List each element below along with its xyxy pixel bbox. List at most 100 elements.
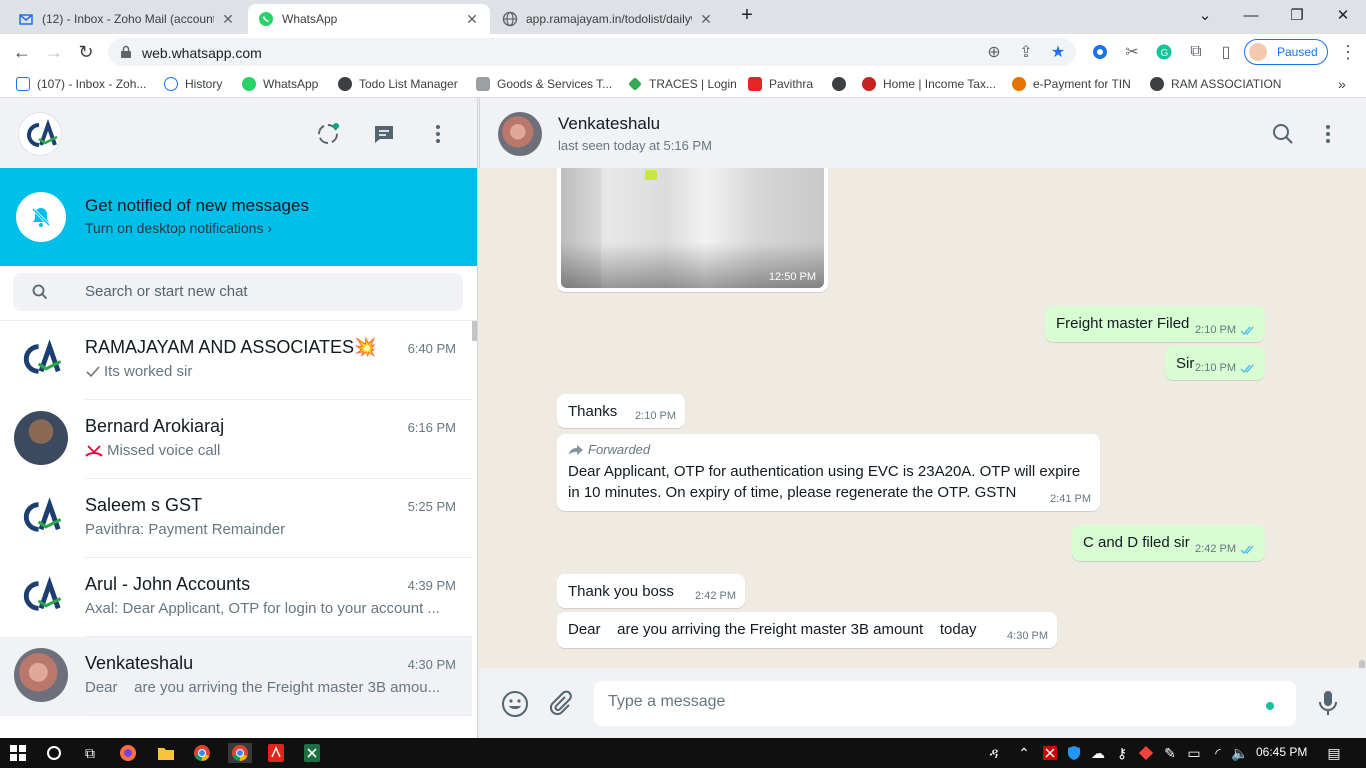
notifications-icon[interactable]: ▤ bbox=[1324, 743, 1344, 763]
close-tab-icon[interactable]: ✕ bbox=[464, 11, 480, 28]
tab-zoho-mail[interactable]: (12) - Inbox - Zoho Mail (account ✕ bbox=[8, 4, 246, 34]
usb-icon[interactable]: ⚷ bbox=[1112, 743, 1132, 763]
tab-whatsapp[interactable]: WhatsApp ✕ bbox=[248, 4, 490, 34]
notification-banner[interactable]: Get notified of new messages Turn on des… bbox=[0, 168, 477, 266]
lock-icon[interactable] bbox=[120, 45, 132, 59]
people-icon[interactable]: ዳ bbox=[984, 743, 1004, 763]
profile-button[interactable]: Paused bbox=[1244, 39, 1328, 65]
side-panel-icon[interactable]: ▯ bbox=[1216, 42, 1236, 62]
chat-item[interactable]: Arul - John Accounts 4:39 PM Axal: Dear … bbox=[0, 558, 472, 637]
chat-list-scrollbar[interactable] bbox=[472, 321, 477, 341]
anydesk-icon[interactable] bbox=[1136, 743, 1156, 763]
bookmark-gst[interactable]: Goods & Services T... bbox=[476, 75, 612, 93]
menu-icon[interactable]: ⋮ bbox=[1338, 42, 1358, 62]
acrobat-icon[interactable] bbox=[266, 743, 286, 763]
bookmark-zoho[interactable]: (107) - Inbox - Zoh... bbox=[16, 75, 146, 93]
notification-link[interactable]: Turn on desktop notifications › bbox=[85, 220, 272, 236]
menu-icon[interactable] bbox=[1318, 122, 1338, 146]
conversation-header[interactable]: Venkateshalu last seen today at 5:16 PM bbox=[479, 98, 1366, 168]
extension-icon[interactable]: ✂ bbox=[1122, 42, 1142, 62]
bookmark-traces[interactable]: TRACES | Login bbox=[628, 75, 737, 93]
message-box[interactable] bbox=[594, 681, 1296, 726]
chat-item[interactable] bbox=[0, 716, 472, 738]
bookmark-pavithra[interactable]: Pavithra bbox=[748, 75, 813, 93]
attach-icon[interactable] bbox=[547, 690, 573, 716]
bookmark-history[interactable]: History bbox=[164, 75, 222, 93]
bookmark-tin[interactable]: e-Payment for TIN bbox=[1012, 75, 1131, 93]
firefox-icon[interactable] bbox=[118, 743, 138, 763]
chevron-up-icon[interactable]: ⌃ bbox=[1014, 743, 1034, 763]
tab-todolist[interactable]: app.ramajayam.in/todolist/dailyw ✕ bbox=[492, 4, 724, 34]
outgoing-message[interactable]: C and D filed sir 2:42 PM bbox=[1072, 525, 1265, 561]
reload-icon[interactable]: ↻ bbox=[76, 42, 96, 62]
image-message[interactable]: 12:50 PM bbox=[557, 168, 828, 292]
chat-item[interactable]: Bernard Arokiaraj 6:16 PM Missed voice c… bbox=[0, 400, 472, 479]
zoom-icon[interactable]: ⊕ bbox=[984, 42, 1004, 62]
microphone-icon[interactable] bbox=[1317, 689, 1339, 717]
avatar[interactable] bbox=[498, 112, 542, 156]
message-input[interactable] bbox=[608, 693, 1248, 711]
search-box[interactable] bbox=[13, 273, 463, 311]
bookmark-globe[interactable] bbox=[832, 75, 853, 93]
my-profile-avatar[interactable] bbox=[18, 112, 62, 156]
task-view-icon[interactable]: ⧉ bbox=[80, 743, 100, 763]
search-icon[interactable] bbox=[32, 284, 48, 300]
windows-start-icon[interactable] bbox=[8, 743, 28, 763]
message-scrollbar[interactable] bbox=[1359, 660, 1365, 668]
chrome-icon[interactable] bbox=[192, 743, 212, 763]
new-chat-icon[interactable] bbox=[372, 122, 396, 146]
address-bar[interactable]: web.whatsapp.com ⊕ ⇪ ★ bbox=[108, 38, 1076, 66]
search-input[interactable] bbox=[85, 283, 445, 300]
search-icon[interactable] bbox=[44, 743, 64, 763]
bookmark-whatsapp[interactable]: WhatsApp bbox=[242, 75, 318, 93]
incoming-message[interactable]: Dear are you arriving the Freight master… bbox=[557, 612, 1057, 648]
url-text[interactable]: web.whatsapp.com bbox=[142, 45, 262, 61]
status-icon[interactable] bbox=[316, 122, 340, 146]
grammarly-dot-icon[interactable] bbox=[1266, 702, 1274, 710]
outgoing-message[interactable]: Freight master Filed 2:10 PM bbox=[1045, 306, 1265, 342]
puzzle-icon[interactable]: ⧉ bbox=[1186, 42, 1206, 62]
restore-button[interactable]: ❐ bbox=[1274, 0, 1320, 30]
chat-name: Bernard Arokiaraj bbox=[85, 416, 225, 436]
wifi-icon[interactable]: ◜ bbox=[1208, 743, 1228, 763]
search-icon[interactable] bbox=[1272, 123, 1294, 145]
forward-icon[interactable]: → bbox=[44, 42, 64, 62]
incoming-forwarded-message[interactable]: Forwarded Dear Applicant, OTP for authen… bbox=[557, 434, 1100, 511]
new-tab-button[interactable]: + bbox=[730, 0, 764, 30]
incoming-message[interactable]: Thank you boss 2:42 PM bbox=[557, 574, 745, 608]
bookmark-income-tax[interactable]: Home | Income Tax... bbox=[862, 75, 996, 93]
chat-item-selected[interactable]: Venkateshalu 4:30 PM Dear are you arrivi… bbox=[0, 637, 472, 716]
history-icon bbox=[164, 77, 178, 91]
excel-icon[interactable] bbox=[302, 743, 322, 763]
bookmark-ram[interactable]: RAM ASSOCIATION bbox=[1150, 75, 1281, 93]
incoming-message[interactable]: Thanks 2:10 PM bbox=[557, 394, 685, 428]
close-window-button[interactable]: ✕ bbox=[1320, 0, 1366, 30]
minimize-button[interactable]: — bbox=[1228, 0, 1274, 30]
onedrive-icon[interactable]: ☁ bbox=[1088, 743, 1108, 763]
extension-icon[interactable] bbox=[1090, 42, 1110, 62]
close-tab-icon[interactable]: ✕ bbox=[220, 11, 236, 28]
volume-icon[interactable]: 🔈 bbox=[1230, 743, 1250, 763]
chat-name: Venkateshalu bbox=[85, 653, 194, 673]
avatar bbox=[1249, 43, 1267, 61]
more-bookmarks-icon[interactable]: » bbox=[1338, 75, 1346, 93]
share-icon[interactable]: ⇪ bbox=[1016, 42, 1036, 62]
menu-icon[interactable] bbox=[428, 122, 448, 146]
grammarly-icon[interactable]: G bbox=[1154, 42, 1174, 62]
tab-search-icon[interactable]: ⌄ bbox=[1182, 0, 1228, 30]
tray-app-icon[interactable]: ✎ bbox=[1160, 743, 1180, 763]
back-icon[interactable]: ← bbox=[12, 42, 32, 62]
shield-icon[interactable] bbox=[1064, 743, 1084, 763]
battery-icon[interactable]: ▭ bbox=[1184, 743, 1204, 763]
emoji-icon[interactable] bbox=[501, 690, 529, 718]
file-explorer-icon[interactable] bbox=[156, 743, 176, 763]
chrome-active-icon[interactable] bbox=[228, 743, 252, 763]
security-icon[interactable] bbox=[1040, 743, 1060, 763]
chat-item[interactable]: RAMAJAYAM AND ASSOCIATES💥 6:40 PM Its wo… bbox=[0, 321, 472, 400]
bookmark-todo[interactable]: Todo List Manager bbox=[338, 75, 458, 93]
outgoing-message[interactable]: Sir 2:10 PM bbox=[1165, 346, 1265, 380]
chat-item[interactable]: Saleem s GST 5:25 PM Pavithra: Payment R… bbox=[0, 479, 472, 558]
avatar bbox=[14, 332, 68, 386]
close-tab-icon[interactable]: ✕ bbox=[698, 11, 714, 28]
bookmark-star-icon[interactable]: ★ bbox=[1048, 42, 1068, 62]
